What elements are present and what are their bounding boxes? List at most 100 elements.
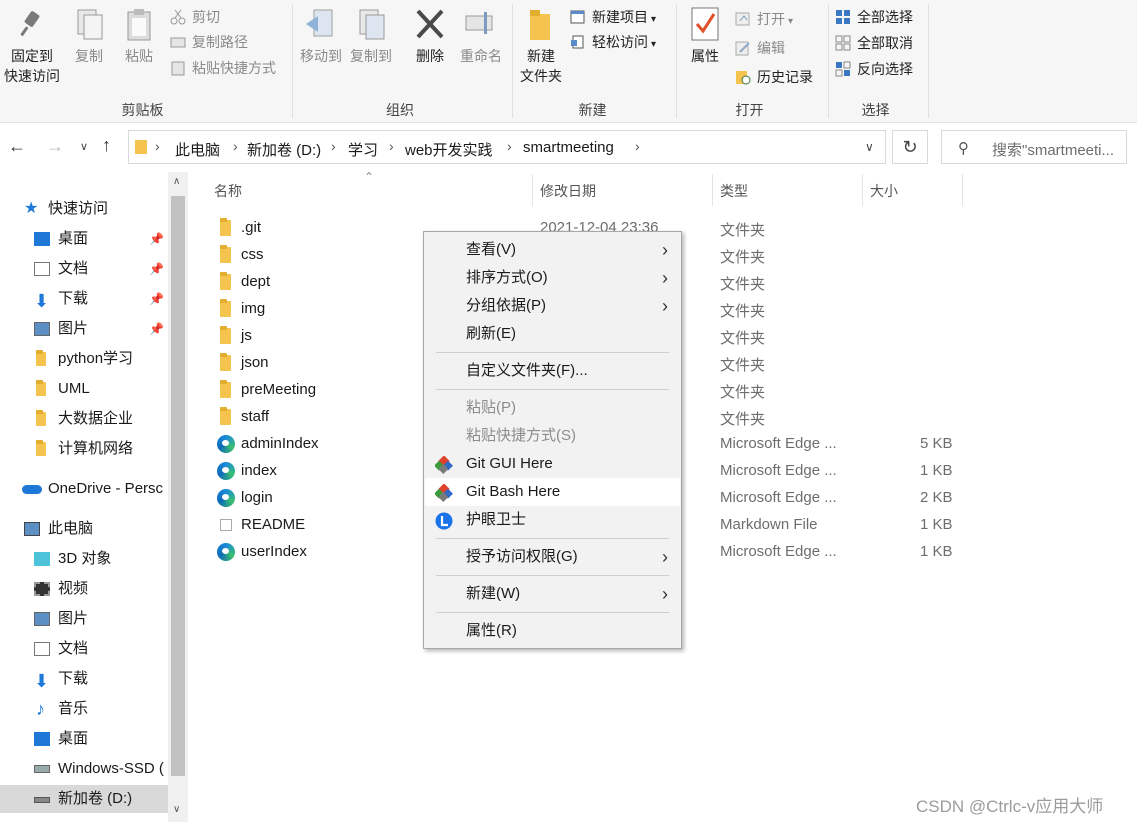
column-modified[interactable]: 修改日期 — [540, 181, 596, 201]
move-to-button[interactable]: 移动到 — [298, 6, 344, 66]
scrollbar-thumb[interactable] — [171, 196, 185, 776]
copy-button[interactable]: 复制 — [68, 6, 110, 66]
nav-item-downloads[interactable]: ⬇ 下载 📌 — [0, 285, 168, 313]
file-name: js — [241, 327, 252, 344]
search-placeholder: 搜索"smartmeeti... — [992, 142, 1115, 159]
copy-to-button[interactable]: 复制到 — [348, 6, 394, 66]
folder-icon — [36, 350, 46, 366]
edit-button[interactable]: 编辑 — [735, 37, 785, 59]
menu-item-properties[interactable]: 属性(R) — [425, 617, 680, 645]
drive-icon — [34, 797, 50, 803]
nav-pc-music[interactable]: ♪ 音乐 — [0, 695, 168, 723]
menu-item-paste-shortcut[interactable]: 粘贴快捷方式(S) — [425, 422, 680, 450]
new-group-title: 新建 — [578, 102, 607, 118]
column-divider[interactable] — [962, 174, 963, 206]
nav-onedrive[interactable]: OneDrive - Persc — [0, 475, 168, 503]
search-input[interactable]: ⚲ 搜索"smartmeeti... — [941, 130, 1127, 164]
breadcrumb-smartmeeting[interactable]: smartmeeting — [523, 139, 614, 156]
scroll-down-icon[interactable]: ∨ — [173, 804, 180, 815]
nav-item-label: 图片 — [58, 320, 89, 337]
paste-button[interactable]: 粘贴 — [118, 6, 160, 66]
nav-item-python[interactable]: python学习 — [0, 345, 168, 373]
nav-pc-windows-ssd[interactable]: Windows-SSD ( — [0, 755, 168, 783]
menu-item-refresh[interactable]: 刷新(E) — [425, 320, 680, 348]
nav-item-label: 大数据企业 — [58, 410, 134, 427]
breadcrumb-this-pc[interactable]: 此电脑 — [175, 139, 220, 160]
nav-item-uml[interactable]: UML — [0, 375, 168, 403]
nav-scrollbar[interactable]: ∧ ∨ — [168, 172, 188, 822]
menu-item-view[interactable]: 查看(V) › — [425, 236, 680, 264]
copy-path-button[interactable]: 复制路径 — [170, 31, 248, 53]
folder-icon — [36, 380, 46, 396]
back-arrow-icon[interactable]: ← — [8, 136, 26, 157]
menu-item-git-gui[interactable]: Git GUI Here — [425, 450, 680, 478]
menu-item-new[interactable]: 新建(W) › — [425, 580, 680, 608]
column-divider[interactable] — [862, 174, 863, 206]
address-history-chevron-icon[interactable]: ∨ — [865, 140, 874, 154]
nav-pc-documents[interactable]: 文档 — [0, 635, 168, 663]
nav-item-network[interactable]: 计算机网络 — [0, 435, 168, 463]
column-divider[interactable] — [712, 174, 713, 206]
open-button[interactable]: 打开 ▾ — [735, 8, 793, 30]
address-bar[interactable]: › 此电脑 › 新加卷 (D:) › 学习 › web开发实践 › smartm… — [128, 130, 886, 164]
rename-button[interactable]: 重命名 — [456, 6, 506, 66]
folder-icon — [220, 326, 231, 344]
download-icon: ⬇ — [34, 671, 50, 691]
column-divider[interactable] — [532, 174, 533, 206]
easy-access-button[interactable]: 轻松访问 ▾ — [570, 31, 656, 53]
nav-pc-pictures[interactable]: 图片 — [0, 605, 168, 633]
pin-icon[interactable]: 📌 — [149, 315, 164, 343]
pin-icon[interactable]: 📌 — [149, 225, 164, 253]
menu-separator — [436, 612, 669, 613]
invert-selection-button[interactable]: 反向选择 — [835, 58, 913, 80]
recent-locations-chevron-icon[interactable]: ∨ — [80, 140, 88, 153]
paste-shortcut-button[interactable]: 粘贴快捷方式 — [170, 57, 276, 79]
menu-item-group[interactable]: 分组依据(P) › — [425, 292, 680, 320]
organize-group-title: 组织 — [386, 102, 414, 118]
forward-arrow-icon[interactable]: → — [46, 136, 64, 157]
properties-check-icon — [688, 6, 722, 42]
new-item-button[interactable]: 新建项目 ▾ — [570, 6, 656, 28]
pin-icon[interactable]: 📌 — [149, 285, 164, 313]
properties-button[interactable]: 属性 — [684, 6, 726, 66]
nav-item-pictures[interactable]: 图片 📌 — [0, 315, 168, 343]
submenu-arrow-icon: › — [662, 240, 668, 260]
cut-button[interactable]: 剪切 — [170, 6, 220, 28]
breadcrumb-study[interactable]: 学习 — [348, 139, 378, 160]
select-none-button[interactable]: 全部取消 — [835, 32, 913, 54]
select-all-button[interactable]: 全部选择 — [835, 6, 913, 28]
refresh-button[interactable]: ↻ — [892, 130, 928, 164]
breadcrumb-drive-d[interactable]: 新加卷 (D:) — [247, 139, 321, 160]
menu-item-grant-access[interactable]: 授予访问权限(G) › — [425, 543, 680, 571]
nav-pc-3d-objects[interactable]: 3D 对象 — [0, 545, 168, 573]
nav-pc-desktop[interactable]: 桌面 — [0, 725, 168, 753]
new-folder-button[interactable]: 新建 文件夹 — [518, 6, 564, 86]
nav-pc-drive-d[interactable]: 新加卷 (D:) — [0, 785, 168, 813]
pin-quick-access-button[interactable]: 固定到 快速访问 — [2, 6, 62, 86]
up-arrow-icon[interactable]: ↑ — [102, 135, 111, 156]
column-size[interactable]: 大小 — [870, 181, 898, 201]
nav-pc-videos[interactable]: 视频 — [0, 575, 168, 603]
delete-button[interactable]: 删除 — [410, 6, 450, 66]
scroll-up-icon[interactable]: ∧ — [173, 176, 180, 187]
nav-item-desktop[interactable]: 桌面 📌 — [0, 225, 168, 253]
history-button[interactable]: 历史记录 — [735, 66, 813, 88]
nav-item-documents[interactable]: 文档 📌 — [0, 255, 168, 283]
nav-this-pc[interactable]: 此电脑 — [0, 515, 168, 543]
menu-item-eye-guard[interactable]: 护眼卫士 — [425, 506, 680, 534]
menu-separator — [436, 389, 669, 390]
menu-item-customize[interactable]: 自定义文件夹(F)... — [425, 357, 680, 385]
drive-icon — [34, 765, 50, 773]
nav-quick-access[interactable]: ★ 快速访问 — [0, 195, 168, 223]
menu-separator — [436, 575, 669, 576]
nav-item-bigdata[interactable]: 大数据企业 — [0, 405, 168, 433]
refresh-icon: ↻ — [902, 137, 918, 157]
breadcrumb-web-dev[interactable]: web开发实践 — [405, 139, 493, 160]
menu-item-paste[interactable]: 粘贴(P) — [425, 394, 680, 422]
menu-item-git-bash[interactable]: Git Bash Here — [425, 478, 680, 506]
menu-item-sort[interactable]: 排序方式(O) › — [425, 264, 680, 292]
nav-pc-downloads[interactable]: ⬇ 下载 — [0, 665, 168, 693]
column-type[interactable]: 类型 — [720, 181, 748, 201]
pin-icon[interactable]: 📌 — [149, 255, 164, 283]
column-name[interactable]: 名称 — [214, 181, 242, 201]
